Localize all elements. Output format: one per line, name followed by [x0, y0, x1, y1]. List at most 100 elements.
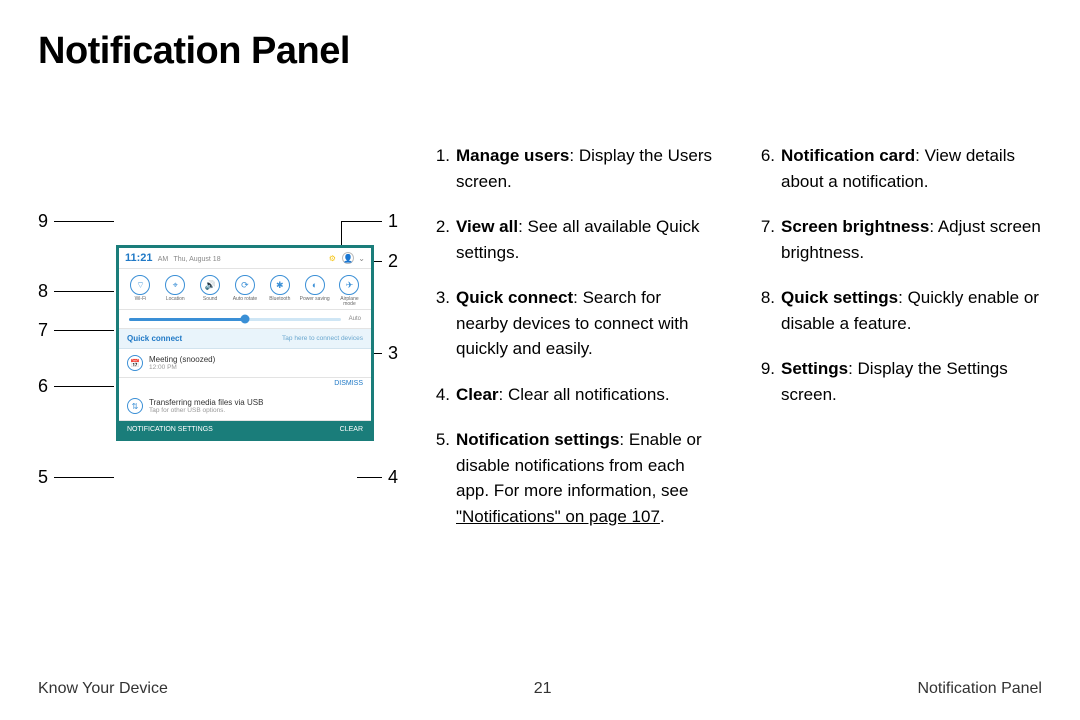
definition-item: 5.Notification settings: Enable or disab…	[426, 427, 717, 529]
definition-text: View all: See all available Quick settin…	[456, 214, 717, 265]
callout-number: 2	[388, 251, 398, 272]
notification-settings-button[interactable]: NOTIFICATION SETTINGS	[127, 426, 213, 433]
wi-fi-icon: ⌔	[130, 275, 150, 295]
definition-number: 8.	[751, 285, 775, 336]
definition-text: Notification settings: Enable or disable…	[456, 427, 717, 529]
definition-number: 9.	[751, 356, 775, 407]
definition-text: Notification card: View details about a …	[781, 143, 1042, 194]
callout-line	[357, 477, 382, 478]
definition-text: Quick settings: Quickly enable or disabl…	[781, 285, 1042, 336]
panel-time: 11:21	[125, 252, 153, 264]
panel-header: 11:21 AM Thu, August 18 ⚙ 👤 ⌄	[119, 248, 371, 269]
definition-number: 1.	[426, 143, 450, 194]
callout: 8	[38, 281, 114, 302]
notification-title: Transferring media files via USB	[149, 398, 363, 407]
callout: 9	[38, 211, 114, 232]
callout-number: 7	[38, 320, 48, 341]
quick-setting-wi-fi[interactable]: ⌔ Wi-Fi	[124, 275, 156, 307]
callout-number: 1	[388, 211, 398, 232]
footer-page-number: 21	[534, 680, 552, 698]
notification-panel-screenshot: 11:21 AM Thu, August 18 ⚙ 👤 ⌄ ⌔ Wi-Fi ⌖ Loc…	[116, 245, 374, 441]
power-saving-icon: ◐	[305, 275, 325, 295]
callout-number: 8	[38, 281, 48, 302]
quick-connect-row[interactable]: Quick connect Tap here to connect device…	[119, 329, 371, 349]
definition-number: 3.	[426, 285, 450, 362]
panel-footer: NOTIFICATION SETTINGS CLEAR	[119, 421, 371, 438]
airplane-mode-icon: ✈	[339, 275, 359, 295]
definition-text: Clear: Clear all notifications.	[456, 382, 717, 408]
callout-line	[54, 477, 114, 478]
diagram-column: 9 8 7 6 5 1 2 3	[38, 143, 398, 503]
definition-number: 7.	[751, 214, 775, 265]
notification-card[interactable]: 📅 Meeting (snoozed) 12:00 PM DISMISS	[119, 349, 371, 392]
quick-setting-auto-rotate[interactable]: ⟳ Auto rotate	[229, 275, 261, 307]
definition-item: 4.Clear: Clear all notifications.	[426, 382, 717, 408]
definitions-col-2: 6.Notification card: View details about …	[751, 143, 1042, 549]
quick-connect-label: Quick connect	[127, 334, 182, 343]
quick-setting-label: Power saving	[300, 297, 330, 302]
footer-left: Know Your Device	[38, 680, 168, 698]
quick-setting-label: Bluetooth	[269, 297, 290, 302]
quick-settings-row: ⌔ Wi-Fi ⌖ Location 🔊 Sound ⟳ Auto rotate ✱ Blueto…	[119, 269, 371, 310]
sound-icon: 🔊	[200, 275, 220, 295]
quick-setting-label: Location	[166, 297, 185, 302]
quick-setting-label: Auto rotate	[233, 297, 257, 302]
usb-icon: ⇅	[127, 398, 143, 414]
notification-subtitle: 12:00 PM	[149, 364, 363, 371]
definition-item: 3.Quick connect: Search for nearby devic…	[426, 285, 717, 362]
quick-setting-location[interactable]: ⌖ Location	[159, 275, 191, 307]
definitions-col-1: 1.Manage users: Display the Users screen…	[426, 143, 717, 549]
definition-number: 2.	[426, 214, 450, 265]
definition-number: 5.	[426, 427, 450, 529]
panel-header-icons: ⚙ 👤 ⌄	[326, 252, 365, 264]
definition-text: Quick connect: Search for nearby devices…	[456, 285, 717, 362]
quick-setting-power-saving[interactable]: ◐ Power saving	[299, 275, 331, 307]
cross-reference-link[interactable]: "Notifications" on page 107	[456, 507, 660, 526]
definition-item: 7.Screen brightness: Adjust screen brigh…	[751, 214, 1042, 265]
definition-item: 1.Manage users: Display the Users screen…	[426, 143, 717, 194]
chevron-down-icon[interactable]: ⌄	[358, 254, 365, 263]
brightness-slider[interactable]	[129, 318, 341, 321]
definition-text: Screen brightness: Adjust screen brightn…	[781, 214, 1042, 265]
definition-number: 4.	[426, 382, 450, 408]
user-icon[interactable]: 👤	[342, 252, 354, 264]
bluetooth-icon: ✱	[270, 275, 290, 295]
quick-setting-label: Airplane mode	[333, 297, 365, 307]
quick-setting-label: Sound	[203, 297, 217, 302]
definition-item: 9.Settings: Display the Settings screen.	[751, 356, 1042, 407]
page-title: Notification Panel	[38, 30, 1042, 73]
definition-item: 8.Quick settings: Quickly enable or disa…	[751, 285, 1042, 336]
callout-line	[54, 386, 114, 387]
definitions: 1.Manage users: Display the Users screen…	[426, 143, 1042, 549]
quick-setting-airplane-mode[interactable]: ✈ Airplane mode	[333, 275, 365, 307]
quick-setting-label: Wi-Fi	[135, 297, 147, 302]
calendar-icon: 📅	[127, 355, 143, 371]
quick-setting-bluetooth[interactable]: ✱ Bluetooth	[264, 275, 296, 307]
clear-button[interactable]: CLEAR	[340, 426, 363, 433]
panel-date: Thu, August 18	[174, 256, 221, 263]
quick-setting-sound[interactable]: 🔊 Sound	[194, 275, 226, 307]
callout: 7	[38, 320, 114, 341]
panel-time-block: 11:21 AM Thu, August 18	[125, 252, 221, 264]
callout-line	[54, 291, 114, 292]
callout: 4	[357, 467, 398, 488]
callout: 1	[342, 211, 398, 232]
gear-icon[interactable]: ⚙	[326, 252, 338, 264]
brightness-auto-label[interactable]: Auto	[349, 316, 361, 322]
brightness-row: Auto	[119, 310, 371, 329]
footer-right: Notification Panel	[917, 680, 1042, 698]
callout-line	[54, 221, 114, 222]
quick-connect-hint: Tap here to connect devices	[282, 335, 363, 342]
page-footer: Know Your Device 21 Notification Panel	[38, 680, 1042, 698]
auto-rotate-icon: ⟳	[235, 275, 255, 295]
dismiss-button[interactable]: DISMISS	[119, 378, 371, 392]
callout-number: 9	[38, 211, 48, 232]
definition-text: Settings: Display the Settings screen.	[781, 356, 1042, 407]
definition-number: 6.	[751, 143, 775, 194]
panel-ampm: AM	[158, 256, 169, 263]
notification-subtitle: Tap for other USB options.	[149, 407, 363, 414]
notification-title: Meeting (snoozed)	[149, 355, 363, 364]
callout: 6	[38, 376, 114, 397]
notification-card[interactable]: ⇅ Transferring media files via USB Tap f…	[119, 392, 371, 421]
location-icon: ⌖	[165, 275, 185, 295]
